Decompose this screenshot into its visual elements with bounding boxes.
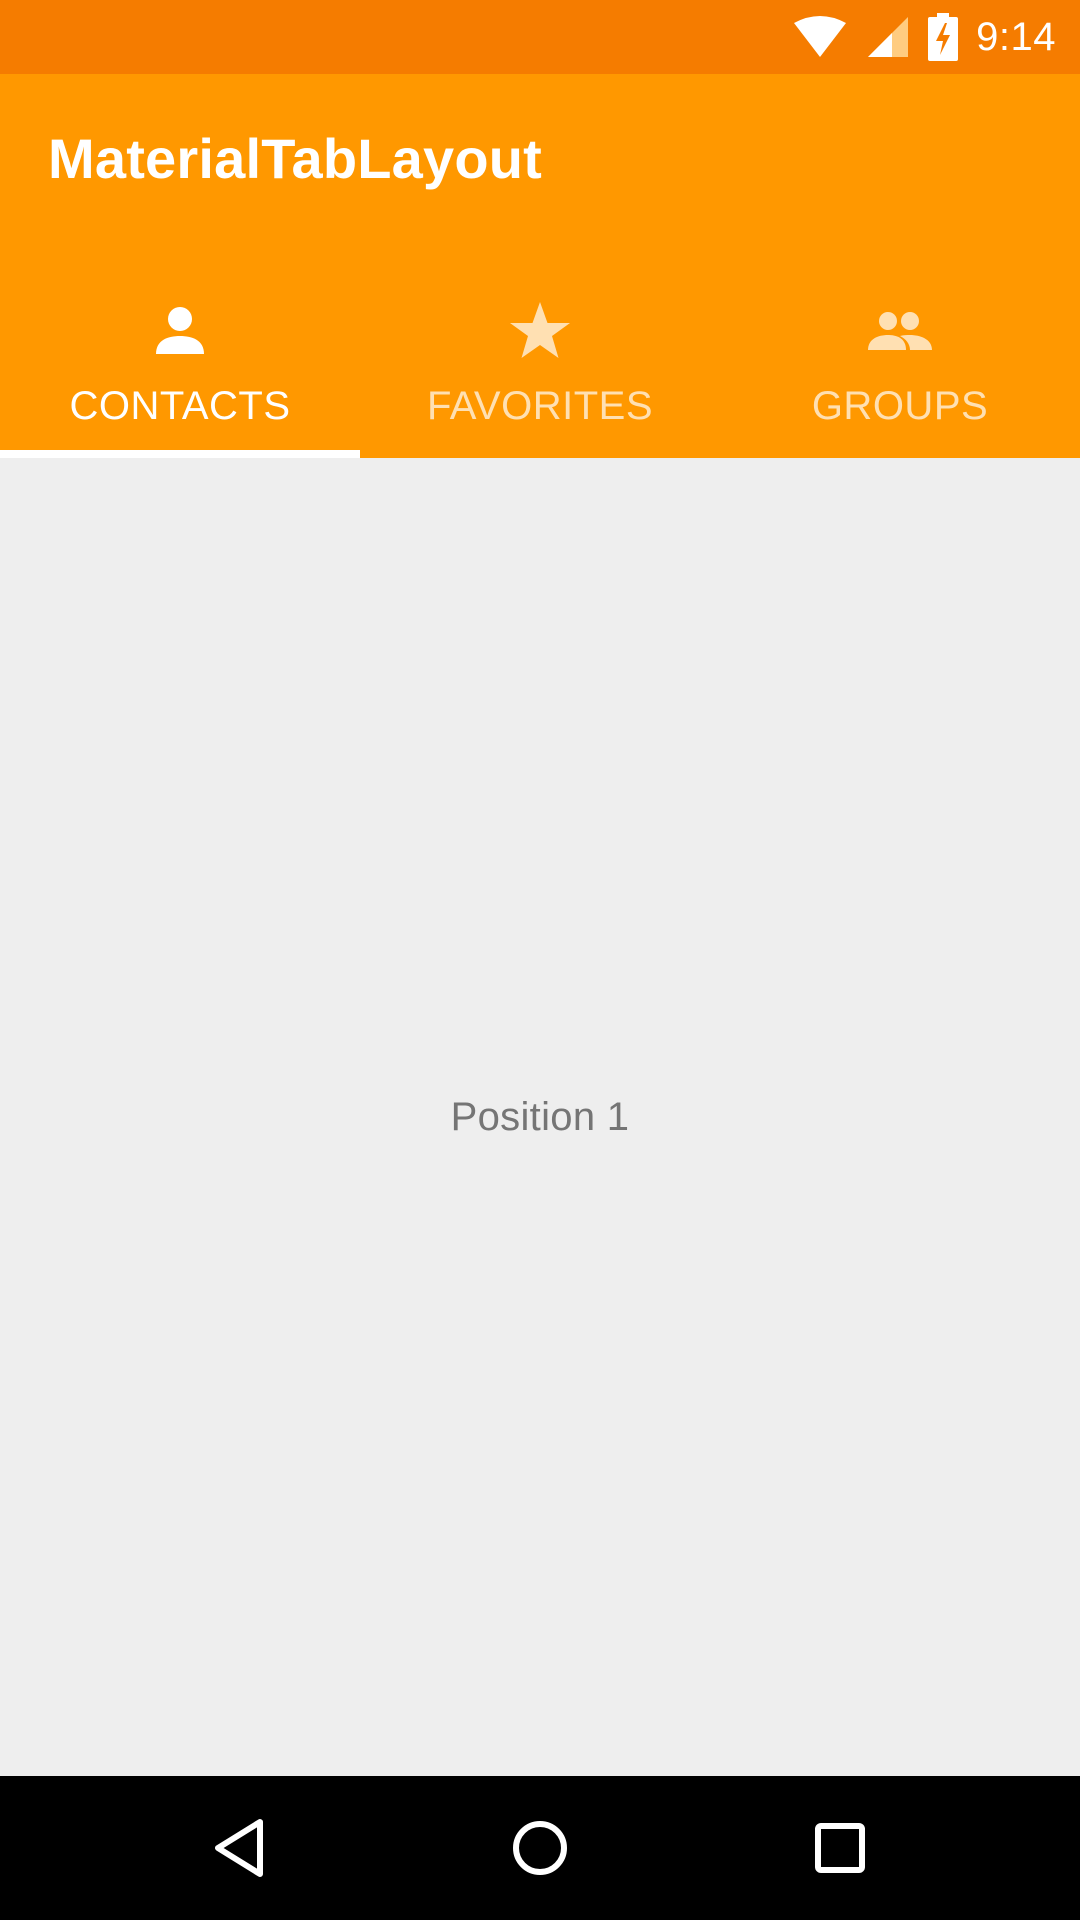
tab-groups-label: GROUPS: [811, 384, 989, 428]
navigation-bar: [0, 1776, 1080, 1920]
recents-button[interactable]: [790, 1798, 890, 1898]
app-bar: MaterialTabLayout CONTACTS FAVORITES GRO…: [0, 74, 1080, 458]
star-icon: [510, 302, 570, 358]
recents-icon: [815, 1823, 865, 1873]
battery-charging-icon: [928, 13, 959, 61]
home-icon: [513, 1821, 567, 1875]
tab-groups[interactable]: GROUPS: [720, 266, 1080, 458]
tab-favorites-label: FAVORITES: [426, 384, 654, 428]
home-button[interactable]: [490, 1798, 590, 1898]
wifi-icon: [794, 16, 847, 57]
tab-contacts[interactable]: CONTACTS: [0, 266, 360, 458]
app-title: MaterialTabLayout: [48, 127, 543, 190]
position-text: Position 1: [450, 1095, 630, 1139]
tab-content-page: Position 1: [0, 458, 1080, 1776]
tab-favorites[interactable]: FAVORITES: [360, 266, 720, 458]
status-bar: 9:14: [0, 0, 1080, 74]
tab-indicator: [0, 450, 360, 458]
status-icons: 9:14: [792, 0, 1056, 74]
person-icon: [156, 307, 204, 354]
cell-signal-icon: [868, 17, 909, 57]
status-time: 9:14: [976, 14, 1056, 59]
back-icon: [215, 1819, 263, 1877]
back-button[interactable]: [190, 1798, 290, 1898]
tab-strip: CONTACTS FAVORITES GROUPS: [0, 266, 1080, 458]
screen: 9:14 MaterialTabLayout CONTACTS FAVORITE…: [0, 0, 1080, 1920]
group-icon: [868, 312, 932, 350]
tab-contacts-label: CONTACTS: [69, 384, 291, 428]
